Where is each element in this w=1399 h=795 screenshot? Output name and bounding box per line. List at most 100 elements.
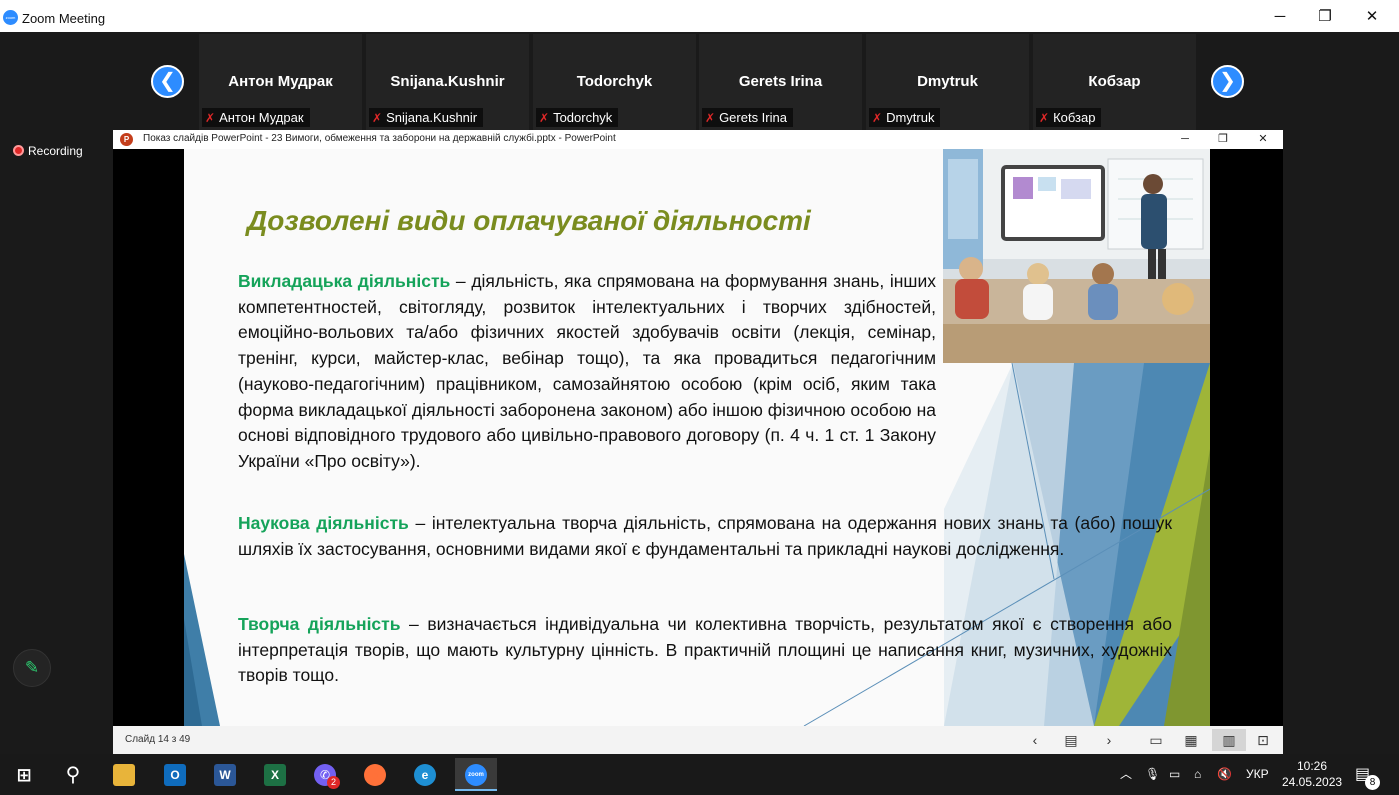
excel-icon: X (264, 764, 286, 786)
window-title: Zoom Meeting (22, 11, 106, 26)
slide-paragraph: Викладацька діяльність – діяльність, яка… (238, 269, 936, 475)
volume-muted-icon[interactable]: 🔇 (1217, 754, 1232, 795)
recording-icon (13, 145, 24, 156)
excel-button[interactable]: X (255, 758, 295, 791)
slide: Дозволені види оплачуваної діяльності Ви… (184, 149, 1210, 726)
microphone-icon[interactable]: 🎙 (1145, 754, 1160, 795)
classroom-photo (943, 149, 1210, 363)
clock-time: 10:26 (1296, 759, 1328, 773)
muted-mic-icon: ✗ (539, 111, 550, 125)
participant-label-text: Антон Мудрак (219, 110, 304, 125)
ppt-close-button[interactable]: ✕ (1245, 130, 1281, 149)
windows-start-icon: ⊞ (16, 765, 32, 785)
participant-label-text: Snijana.Kushnir (386, 110, 478, 125)
normal-view-icon[interactable]: ▭ (1144, 729, 1168, 751)
muted-mic-icon: ✗ (205, 111, 216, 125)
slide-heading: Дозволені види оплачуваної діяльності (247, 205, 811, 236)
participant-label: ✗ Todorchyk (536, 108, 619, 127)
recording-label: Recording (28, 144, 83, 158)
windows-taskbar: ⊞ ⚲ ▬ O W X ✆ 2 ● e zoom ︿ 🎙 ▭ ⌂ 🔇 УКР 10… (0, 754, 1399, 795)
recording-indicator[interactable]: Recording (13, 144, 83, 158)
participant-label-text: Gerets Irina (719, 110, 787, 125)
edge-icon: e (414, 764, 436, 786)
slideshow-view-icon[interactable]: ⊡ (1251, 729, 1275, 751)
slide-sorter-icon[interactable]: ▦ (1179, 729, 1203, 751)
powerpoint-window: P Показ слайдів PowerPoint - 23 Вимоги, … (113, 130, 1283, 754)
participant-label: ✗ Кобзар (1036, 108, 1102, 127)
participant-tile[interactable]: Todorchyk ✗ Todorchyk (533, 34, 696, 130)
powerpoint-icon: P (120, 133, 133, 146)
participant-name: Snijana.Kushnir (390, 73, 505, 90)
firefox-icon: ● (364, 764, 386, 786)
ppt-title-bar: P Показ слайдів PowerPoint - 23 Вимоги, … (113, 130, 1283, 149)
participant-name: Кобзар (1088, 73, 1141, 90)
zoom-taskbar-button[interactable]: zoom (455, 758, 497, 791)
participant-strip: ❮ Антон Мудрак ✗ Антон Мудрак Snijana.Kus… (0, 32, 1399, 130)
term-label: Викладацька діяльність (238, 271, 451, 291)
slide-counter: Слайд 14 з 49 (125, 734, 191, 745)
muted-mic-icon: ✗ (372, 111, 383, 125)
previous-page-button[interactable]: ❮ (151, 65, 184, 98)
search-button[interactable]: ⚲ (53, 758, 93, 791)
muted-mic-icon: ✗ (872, 111, 883, 125)
language-indicator[interactable]: УКР (1246, 754, 1269, 795)
participant-label: ✗ Антон Мудрак (202, 108, 310, 127)
restore-button[interactable]: ❐ (1302, 4, 1348, 30)
participant-tile[interactable]: Антон Мудрак ✗ Антон Мудрак (199, 34, 362, 130)
firefox-button[interactable]: ● (355, 758, 395, 791)
edge-button[interactable]: e (405, 758, 445, 791)
ppt-window-title: Показ слайдів PowerPoint - 23 Вимоги, об… (143, 133, 616, 144)
participant-tile[interactable]: Dmytruk ✗ Dmytruk (866, 34, 1029, 130)
notifications-count: 8 (1365, 775, 1380, 790)
zoom-title-bar: zoom Zoom Meeting ─ ❐ ✕ (0, 0, 1399, 32)
search-icon: ⚲ (65, 764, 81, 786)
muted-mic-icon: ✗ (705, 111, 716, 125)
slide-paragraph: Творча діяльність – визначається індивід… (238, 612, 1172, 689)
viber-button[interactable]: ✆ 2 (305, 758, 345, 791)
participant-name: Dmytruk (917, 73, 978, 90)
participant-tile[interactable]: Кобзар ✗ Кобзар (1033, 34, 1196, 130)
participant-label-text: Todorchyk (553, 110, 613, 125)
clock-date: 24.05.2023 (1282, 775, 1343, 789)
close-button[interactable]: ✕ (1349, 4, 1395, 30)
participant-label-text: Кобзар (1053, 110, 1096, 125)
slide-menu-icon[interactable]: ▤ (1059, 729, 1083, 751)
participant-tile[interactable]: Gerets Irina ✗ Gerets Irina (699, 34, 862, 130)
participant-label-text: Dmytruk (886, 110, 935, 125)
file-explorer-button[interactable]: ▬ (104, 758, 144, 791)
participant-name: Gerets Irina (738, 73, 823, 90)
ppt-minimize-button[interactable]: ─ (1167, 130, 1203, 149)
reading-view-icon[interactable]: ▥ (1212, 729, 1246, 751)
participant-name: Антон Мудрак (228, 73, 333, 90)
battery-icon[interactable]: ▭ (1169, 754, 1180, 795)
viber-badge: 2 (327, 776, 340, 789)
slide-paragraph: Наукова діяльність – інтелектуальна твор… (238, 511, 1172, 562)
muted-mic-icon: ✗ (1039, 111, 1050, 125)
next-page-button[interactable]: ❯ (1211, 65, 1244, 98)
ppt-status-bar: Слайд 14 з 49 ‹ ▤ › ▭ ▦ ▥ ⊡ (113, 726, 1283, 754)
file-explorer-icon: ▬ (113, 764, 135, 786)
tray-chevron-icon[interactable]: ︿ (1120, 754, 1132, 795)
ppt-restore-button[interactable]: ❐ (1205, 130, 1241, 149)
participant-label: ✗ Gerets Irina (702, 108, 793, 127)
term-label: Творча діяльність (238, 614, 401, 634)
start-button[interactable]: ⊞ (4, 758, 44, 791)
previous-slide-button[interactable]: ‹ (1023, 729, 1047, 751)
annotate-pencil-icon[interactable]: ✎ (13, 649, 51, 687)
participant-label: ✗ Snijana.Kushnir (369, 108, 484, 127)
participant-tile[interactable]: Snijana.Kushnir ✗ Snijana.Kushnir (366, 34, 529, 130)
zoom-logo-icon: zoom (3, 10, 18, 25)
outlook-button[interactable]: O (155, 758, 195, 791)
next-slide-button[interactable]: › (1097, 729, 1121, 751)
term-label: Наукова діяльність (238, 513, 409, 533)
clock[interactable]: 10:26 24.05.2023 (1282, 758, 1342, 790)
participant-label: ✗ Dmytruk (869, 108, 941, 127)
zoom-app-icon: zoom (465, 764, 487, 786)
participant-name: Todorchyk (576, 73, 653, 90)
network-icon[interactable]: ⌂ (1194, 754, 1201, 795)
word-button[interactable]: W (205, 758, 245, 791)
outlook-icon: O (164, 764, 186, 786)
word-icon: W (214, 764, 236, 786)
paragraph-text: – діяльність, яка спрямована на формуван… (238, 271, 936, 471)
minimize-button[interactable]: ─ (1257, 4, 1303, 30)
